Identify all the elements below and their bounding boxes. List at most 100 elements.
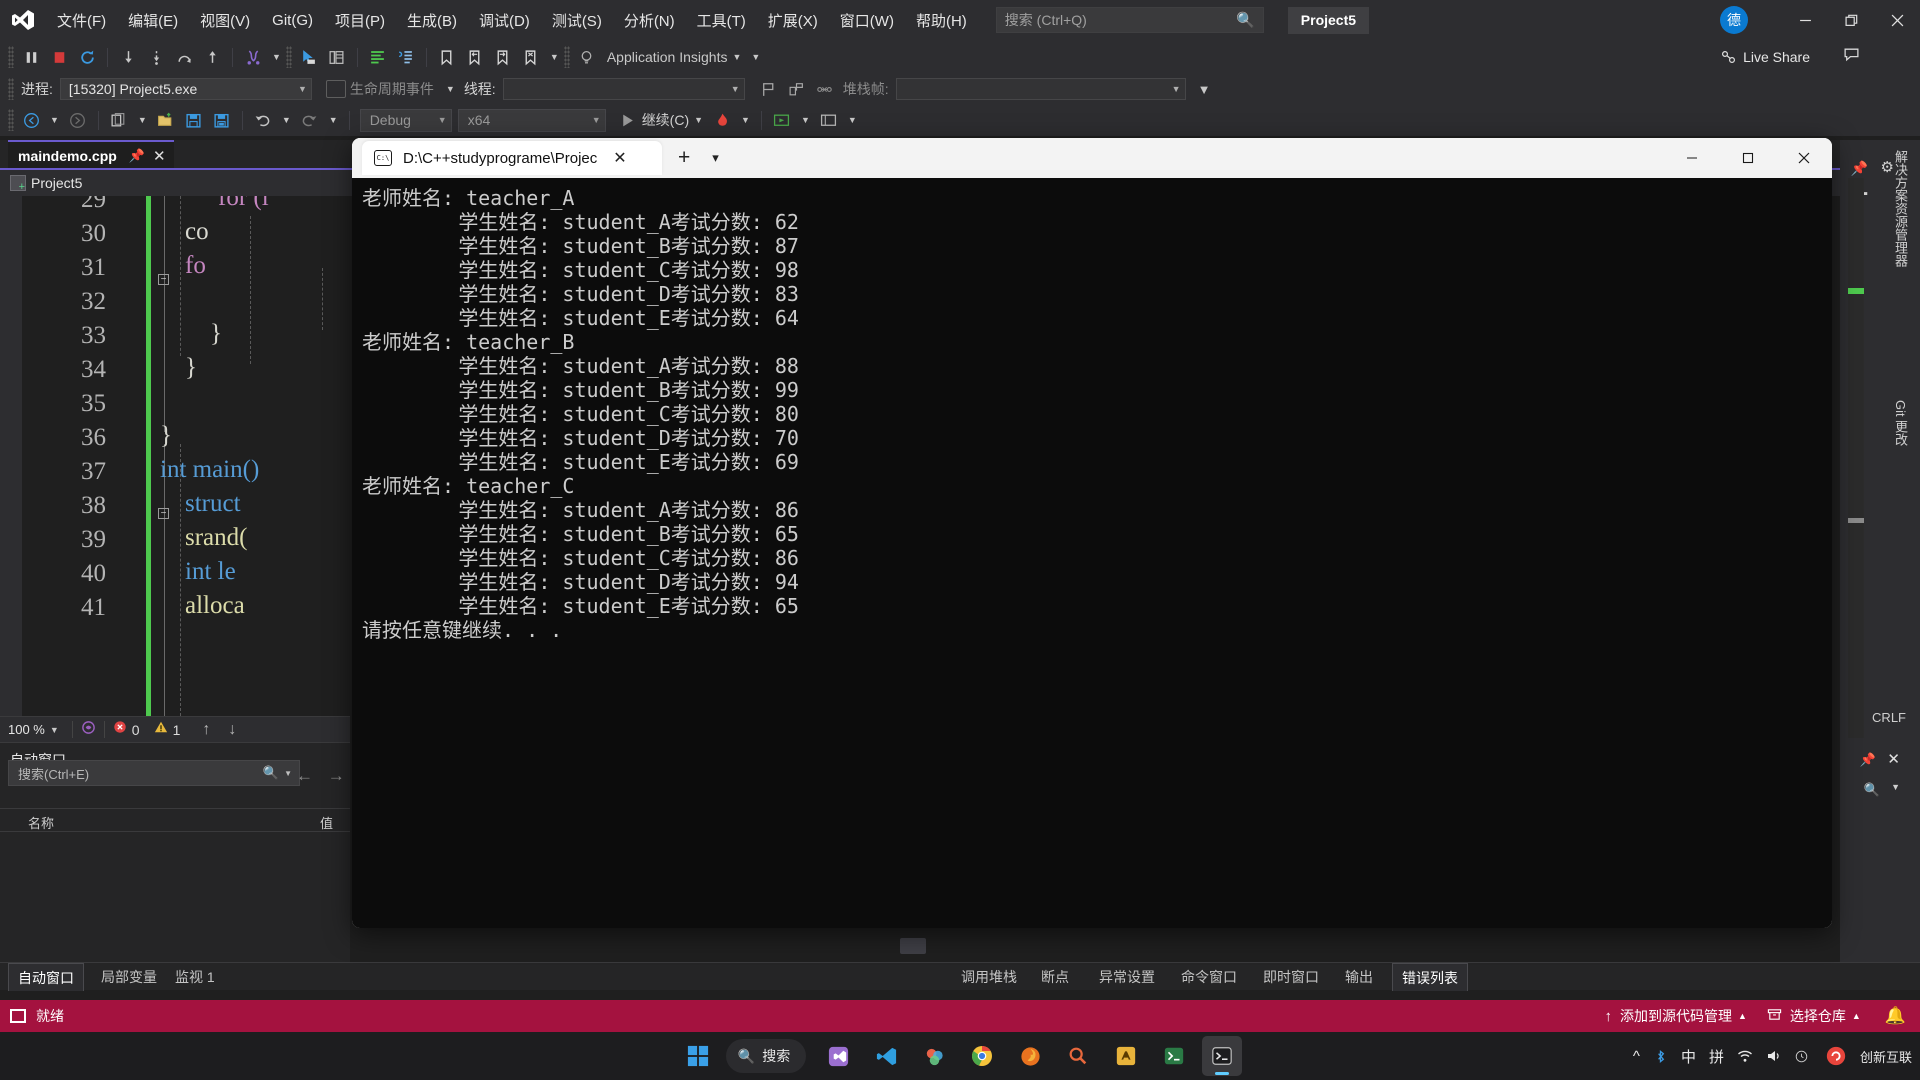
step-into-button[interactable] <box>114 43 142 71</box>
hot-reload-dropdown-icon[interactable]: ▼ <box>741 115 750 125</box>
thread-combo[interactable]: ▼ <box>502 78 745 100</box>
menu-extensions[interactable]: 扩展(X) <box>757 0 829 40</box>
avatar[interactable]: 德 <box>1720 6 1748 34</box>
menu-analyze[interactable]: 分析(N) <box>613 0 686 40</box>
console-output[interactable]: 老师姓名: teacher_A 学生姓名: student_A考试分数: 62 … <box>352 178 1832 928</box>
ime-mode-indicator[interactable]: 中 <box>1681 1046 1696 1067</box>
ime-pinyin-indicator[interactable]: 拼 <box>1709 1046 1724 1067</box>
minimize-button[interactable] <box>1664 138 1720 178</box>
lightbulb-icon[interactable] <box>573 43 601 71</box>
toolbar-grip[interactable] <box>563 46 570 68</box>
media-taskbar-icon[interactable] <box>914 1036 954 1076</box>
pause-button[interactable] <box>17 43 45 71</box>
toolbar-grip[interactable] <box>285 46 292 68</box>
tab-watch1[interactable]: 监视 1 <box>166 963 224 991</box>
menu-edit[interactable]: 编辑(E) <box>117 0 189 40</box>
tab-locals[interactable]: 局部变量 <box>92 963 166 991</box>
tab-call-stack[interactable]: 调用堆栈 <box>952 963 1026 991</box>
tab-breakpoints[interactable]: 断点 <box>1032 963 1078 991</box>
zoom-level[interactable]: 100 % <box>8 722 45 737</box>
arrow-down-icon[interactable]: ↓ <box>228 721 236 739</box>
pin-icon[interactable]: 📌 <box>1860 752 1876 768</box>
toolbar-overflow-icon[interactable]: ▼ <box>1198 82 1211 97</box>
save-all-icon[interactable] <box>208 106 236 134</box>
menu-window[interactable]: 窗口(W) <box>829 0 905 40</box>
dock-git-changes[interactable]: Git 更改 <box>1891 400 1910 446</box>
bluetooth-icon[interactable] <box>1653 1049 1668 1064</box>
pin-icon[interactable]: 📌 <box>1851 160 1868 177</box>
threads-dropdown-icon[interactable]: ▼ <box>272 52 281 62</box>
application-insights-label[interactable]: Application Insights <box>607 49 728 65</box>
console-title-bar[interactable]: C:\ D:\C++studyprograme\Projec ✕ + ▾ <box>352 138 1832 178</box>
gear-icon[interactable]: ⚙ <box>1881 158 1894 176</box>
flags-group-icon[interactable] <box>783 75 811 103</box>
tab-command-window[interactable]: 命令窗口 <box>1172 963 1246 991</box>
tab-output[interactable]: 输出 <box>1336 963 1382 991</box>
maximize-button[interactable] <box>1720 138 1776 178</box>
bookmark-prev-icon[interactable] <box>461 43 489 71</box>
menu-view[interactable]: 视图(V) <box>189 0 261 40</box>
horizontal-scroll-thumb[interactable] <box>900 938 926 954</box>
bookmark-dropdown-icon[interactable]: ▼ <box>550 52 559 62</box>
tab-immediate-window[interactable]: 即时窗口 <box>1254 963 1328 991</box>
arrow-left-icon[interactable]: ← <box>296 766 313 785</box>
minimap[interactable] <box>1848 178 1864 738</box>
pin-icon[interactable]: 📌 <box>129 148 145 164</box>
chevron-down-icon[interactable]: ▾ <box>712 150 719 166</box>
live-preview-icon[interactable] <box>768 106 796 134</box>
close-button[interactable] <box>1776 138 1832 178</box>
continue-label[interactable]: 继续(C) <box>642 110 689 130</box>
step-over-button[interactable] <box>142 43 170 71</box>
application-insights-dropdown-icon[interactable]: ▼ <box>732 52 741 62</box>
configuration-combo[interactable]: Debug ▼ <box>359 108 452 132</box>
toolbar-grip[interactable] <box>8 46 14 68</box>
intellicode-icon[interactable] <box>81 720 96 740</box>
toolbar-overflow-icon[interactable]: ▼ <box>751 52 760 62</box>
tab-autos[interactable]: 自动窗口 <box>8 963 84 991</box>
plus-icon[interactable]: + <box>678 146 690 170</box>
bell-icon[interactable]: 🔔 <box>1885 1006 1906 1026</box>
back-dropdown-icon[interactable]: ▼ <box>50 115 59 125</box>
toolbar-overflow-icon[interactable]: ▼ <box>848 115 857 125</box>
tab-exception-settings[interactable]: 异常设置 <box>1090 963 1164 991</box>
vscode-taskbar-icon[interactable] <box>866 1036 906 1076</box>
navigate-back-icon[interactable] <box>17 106 45 134</box>
menu-git[interactable]: Git(G) <box>261 0 324 40</box>
close-icon[interactable]: ✕ <box>153 147 166 165</box>
volume-icon[interactable] <box>1766 1048 1782 1064</box>
live-share-button[interactable]: Live Share <box>1720 49 1810 65</box>
arrow-up-icon[interactable]: ↑ <box>202 721 210 739</box>
console-window[interactable]: C:\ D:\C++studyprograme\Projec ✕ + ▾ 老师姓… <box>352 138 1832 928</box>
search-icon[interactable]: 🔍 <box>1864 782 1880 798</box>
search-taskbar-icon[interactable] <box>1058 1036 1098 1076</box>
add-to-source-control-button[interactable]: ↑ 添加到源代码管理 ▲ <box>1604 1006 1746 1026</box>
restart-button[interactable] <box>73 43 101 71</box>
arrow-right-icon[interactable]: → <box>328 766 345 785</box>
visual-studio-taskbar-icon[interactable] <box>818 1036 858 1076</box>
menu-help[interactable]: 帮助(H) <box>905 0 978 40</box>
console-tab[interactable]: C:\ D:\C++studyprograme\Projec ✕ <box>362 141 662 175</box>
new-project-dropdown-icon[interactable]: ▼ <box>138 115 147 125</box>
continue-play-icon[interactable] <box>614 106 642 134</box>
close-button[interactable] <box>1874 0 1920 40</box>
editor-tab-maindemo[interactable]: maindemo.cpp 📌 ✕ <box>8 140 174 170</box>
open-file-icon[interactable] <box>152 106 180 134</box>
active-project-chip[interactable]: Project5 <box>1287 6 1370 34</box>
line-ending-indicator[interactable]: CRLF <box>1872 710 1906 725</box>
process-combo[interactable]: [15320] Project5.exe ▼ <box>59 78 312 100</box>
hot-reload-icon[interactable] <box>708 106 736 134</box>
close-icon[interactable]: ✕ <box>613 148 626 168</box>
firefox-taskbar-icon[interactable] <box>1010 1036 1050 1076</box>
menu-test[interactable]: 测试(S) <box>541 0 613 40</box>
stackframe-combo[interactable]: ▼ <box>895 78 1186 100</box>
menu-file[interactable]: 文件(F) <box>46 0 117 40</box>
redo-icon[interactable] <box>296 106 324 134</box>
toolbar-grip[interactable] <box>8 109 14 131</box>
undo-dropdown-icon[interactable]: ▼ <box>282 115 291 125</box>
nav-project-label[interactable]: Project5 <box>31 175 82 191</box>
diagnostics-icon[interactable] <box>815 106 843 134</box>
list-green-icon[interactable] <box>364 43 392 71</box>
restore-button[interactable] <box>1828 0 1874 40</box>
platform-combo[interactable]: x64 ▼ <box>457 108 606 132</box>
clock-area[interactable] <box>1795 1050 1808 1063</box>
